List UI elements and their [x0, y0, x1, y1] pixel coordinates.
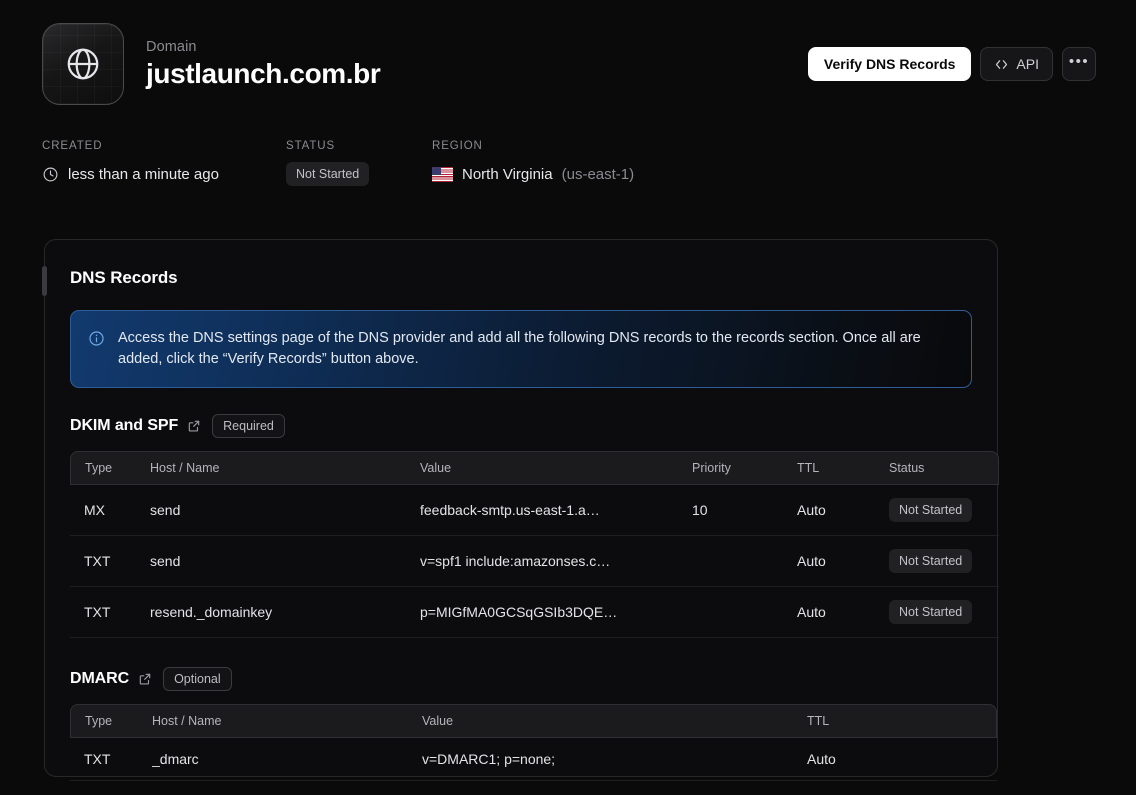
cell-priority: [692, 587, 797, 638]
cell-status: Not Started: [889, 536, 999, 587]
cell-type: MX: [70, 485, 150, 536]
dkim-required-badge: Required: [212, 414, 285, 438]
cell-type: TXT: [70, 738, 152, 781]
cell-value: v=DMARC1; p=none;: [422, 738, 807, 781]
header-eyebrow: Domain: [146, 38, 197, 55]
cell-ttl: Auto: [797, 536, 889, 587]
info-icon: [89, 331, 104, 346]
dmarc-section: DMARC Optional Type Host / Name Value TT…: [45, 667, 997, 781]
cell-ttl: Auto: [797, 485, 889, 536]
dmarc-records-table: Type Host / Name Value TTL TXT _dmarc v=…: [70, 704, 997, 781]
region-label: REGION: [432, 140, 483, 152]
cell-host: send: [150, 536, 420, 587]
dmarc-section-title-group: DMARC: [70, 670, 152, 688]
dkim-spf-section: DKIM and SPF Required Type Host / Name V…: [45, 414, 999, 638]
header-actions: Verify DNS Records API •••: [807, 47, 1096, 81]
globe-icon: [67, 48, 99, 80]
dkim-table-head: Type Host / Name Value Priority TTL Stat…: [70, 451, 999, 485]
metadata-row: CREATED less than a minute ago STATUS No…: [0, 106, 1136, 196]
dmarc-table-body: TXT _dmarc v=DMARC1; p=none; Auto: [70, 738, 997, 781]
status-badge: Not Started: [286, 162, 370, 186]
dmarc-header-row: Type Host / Name Value TTL: [70, 704, 997, 738]
dkim-col-host: Host / Name: [150, 451, 420, 485]
external-link-icon[interactable]: [138, 672, 152, 686]
region-value-group: North Virginia (us-east-1): [432, 162, 634, 186]
record-status-badge: Not Started: [889, 498, 973, 522]
info-banner: Access the DNS settings page of the DNS …: [70, 310, 972, 388]
table-row[interactable]: MX send feedback-smtp.us-east-1.a… 10 Au…: [70, 485, 999, 536]
dkim-col-type: Type: [70, 451, 150, 485]
record-status-badge: Not Started: [889, 549, 973, 573]
api-button-label: API: [1016, 56, 1039, 72]
dmarc-section-header: DMARC Optional: [70, 667, 972, 691]
info-banner-text: Access the DNS settings page of the DNS …: [118, 330, 921, 367]
cell-host: _dmarc: [152, 738, 422, 781]
cell-ttl: Auto: [797, 587, 889, 638]
more-options-button[interactable]: •••: [1062, 47, 1096, 81]
dmarc-col-host: Host / Name: [152, 704, 422, 738]
created-value-group: less than a minute ago: [42, 162, 286, 186]
cell-type: TXT: [70, 587, 150, 638]
status-block: STATUS Not Started: [286, 140, 432, 196]
created-block: CREATED less than a minute ago: [42, 140, 286, 196]
region-block: REGION North Virginia (us-east-1): [432, 140, 634, 196]
created-value: less than a minute ago: [68, 165, 219, 183]
verify-dns-records-button[interactable]: Verify DNS Records: [807, 47, 972, 81]
external-link-icon[interactable]: [187, 419, 201, 433]
page-header: Domain justlaunch.com.br Verify DNS Reco…: [0, 0, 1136, 106]
dkim-records-table: Type Host / Name Value Priority TTL Stat…: [70, 451, 999, 638]
card-side-handle[interactable]: [42, 266, 47, 296]
status-label: STATUS: [286, 140, 336, 152]
created-label: CREATED: [42, 140, 103, 152]
region-code: (us-east-1): [561, 165, 635, 183]
cell-host: resend._domainkey: [150, 587, 420, 638]
dns-records-card: DNS Records Access the DNS settings page…: [42, 239, 999, 781]
record-status-badge: Not Started: [889, 600, 973, 624]
cell-priority: [692, 536, 797, 587]
region-name: North Virginia: [462, 165, 553, 183]
code-icon: [996, 59, 1008, 69]
cell-type: TXT: [70, 536, 150, 587]
dkim-col-status: Status: [889, 451, 999, 485]
dkim-col-value: Value: [420, 451, 692, 485]
dkim-section-header: DKIM and SPF Required: [70, 414, 972, 438]
cell-ttl: Auto: [807, 738, 997, 781]
cell-status: Not Started: [889, 587, 999, 638]
dkim-col-priority: Priority: [692, 451, 797, 485]
dmarc-col-type: Type: [70, 704, 152, 738]
cell-value: feedback-smtp.us-east-1.a…: [420, 485, 692, 536]
cell-value: v=spf1 include:amazonses.c…: [420, 536, 692, 587]
clock-icon: [43, 167, 58, 181]
dkim-section-title: DKIM and SPF: [70, 417, 179, 434]
dmarc-section-title: DMARC: [70, 670, 130, 687]
cell-host: send: [150, 485, 420, 536]
header-text-group: Domain justlaunch.com.br: [146, 38, 381, 90]
dmarc-col-value: Value: [422, 704, 807, 738]
dkim-section-title-group: DKIM and SPF: [70, 417, 201, 435]
cell-status: Not Started: [889, 485, 999, 536]
dns-records-title: DNS Records: [70, 268, 178, 287]
dmarc-col-ttl: TTL: [807, 704, 997, 738]
table-row[interactable]: TXT resend._domainkey p=MIGfMA0GCSqGSIb3…: [70, 587, 999, 638]
cell-value: p=MIGfMA0GCSqGSIb3DQE…: [420, 587, 692, 638]
dkim-col-ttl: TTL: [797, 451, 889, 485]
domain-avatar: [42, 23, 124, 105]
us-flag-icon: [432, 166, 453, 182]
page-title: justlaunch.com.br: [146, 57, 381, 89]
dmarc-table-head: Type Host / Name Value TTL: [70, 704, 997, 738]
dkim-header-row: Type Host / Name Value Priority TTL Stat…: [70, 451, 999, 485]
table-row[interactable]: TXT send v=spf1 include:amazonses.c… Aut…: [70, 536, 999, 587]
table-row[interactable]: TXT _dmarc v=DMARC1; p=none; Auto: [70, 738, 997, 781]
dmarc-optional-badge: Optional: [163, 667, 232, 691]
cell-priority: 10: [692, 485, 797, 536]
api-button[interactable]: API: [980, 47, 1053, 81]
dkim-table-body: MX send feedback-smtp.us-east-1.a… 10 Au…: [70, 485, 999, 638]
